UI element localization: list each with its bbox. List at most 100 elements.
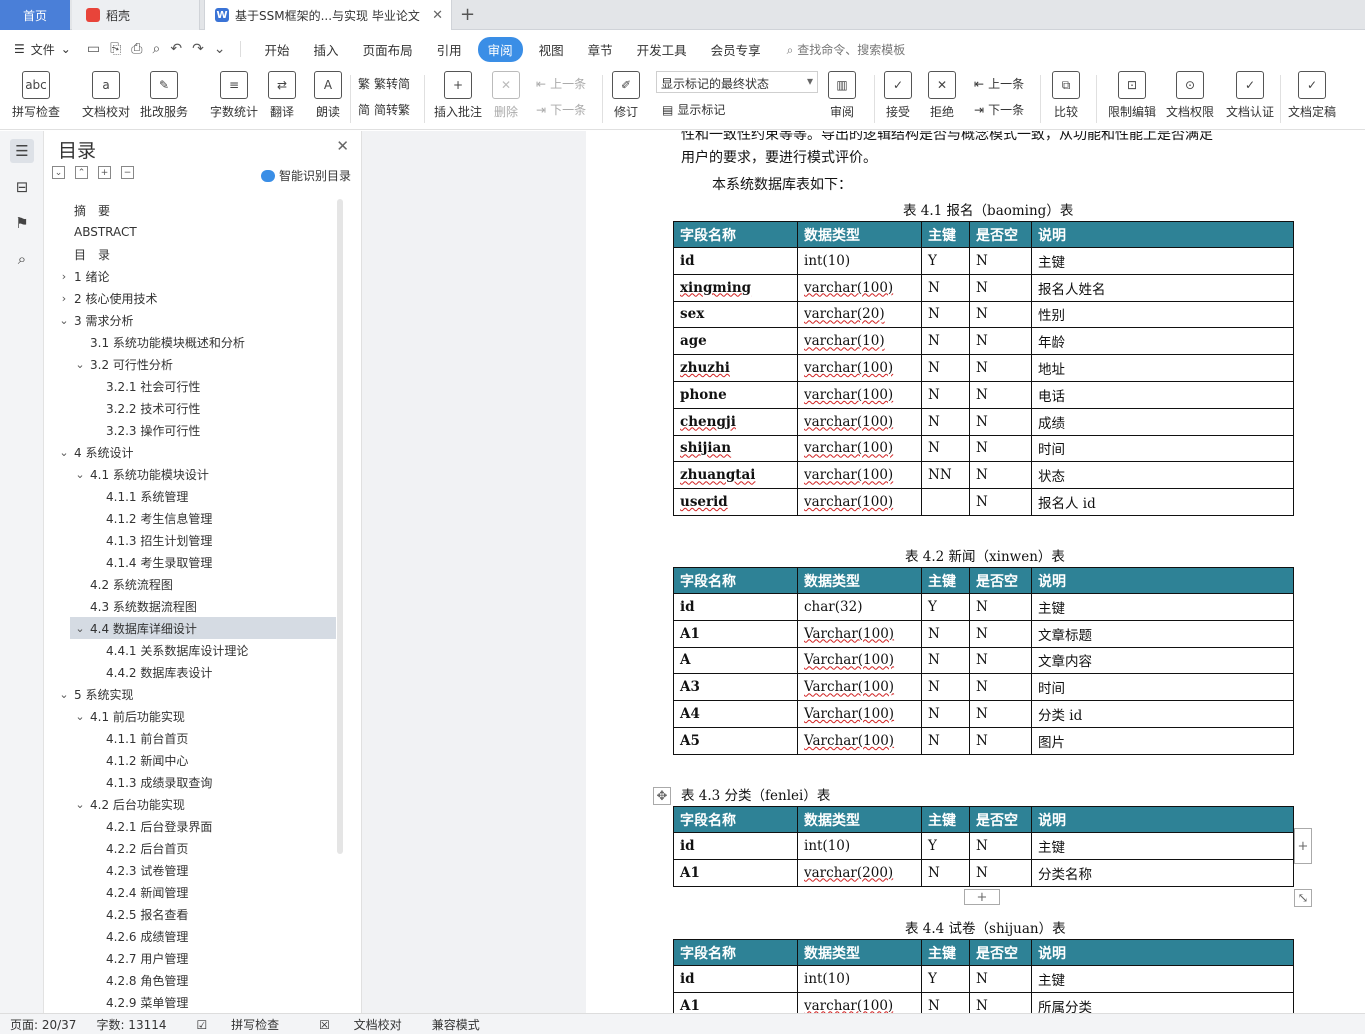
table-cell[interactable]: A4: [673, 700, 798, 728]
export-icon[interactable]: ⎘: [110, 41, 121, 57]
table-cell[interactable]: Y: [921, 247, 970, 275]
doc-permission-button[interactable]: ⊙ 文档权限: [1166, 71, 1214, 120]
table-cell[interactable]: int(10): [797, 965, 922, 993]
table-cell[interactable]: N: [969, 593, 1032, 621]
track-changes-button[interactable]: ✐ 修订: [612, 71, 640, 120]
toc-item[interactable]: › 1 绪论: [44, 265, 336, 287]
save-icon[interactable]: ▭: [87, 41, 100, 57]
table-cell[interactable]: 主键: [1031, 965, 1294, 993]
insert-comment-button[interactable]: + 插入批注: [434, 71, 482, 120]
table-cell[interactable]: Varchar(100): [797, 646, 922, 675]
table-cell[interactable]: varchar(100): [797, 434, 922, 463]
table-cell[interactable]: N: [969, 991, 1032, 1013]
tab-daoke[interactable]: 稻壳: [72, 0, 200, 30]
chevron-down-icon[interactable]: ⌄: [74, 358, 86, 371]
table-cell[interactable]: N: [921, 300, 970, 329]
toc-item[interactable]: 4.2.6 成绩管理: [44, 925, 336, 947]
table-cell[interactable]: 年龄: [1031, 327, 1294, 356]
table-cell[interactable]: 成绩: [1031, 407, 1294, 436]
table-cell[interactable]: varchar(10): [797, 327, 922, 356]
table-cell[interactable]: age: [673, 327, 798, 356]
table-cell[interactable]: N: [969, 858, 1032, 887]
table-cell[interactable]: N: [921, 380, 970, 409]
toc-item[interactable]: 4.1.3 招生计划管理: [44, 529, 336, 551]
status-spell-check[interactable]: ☑ 拼写检查: [177, 1016, 300, 1033]
table-cell[interactable]: varchar(100): [797, 273, 922, 302]
chevron-down-icon[interactable]: ⌄: [74, 710, 86, 723]
smart-toc-button[interactable]: 智能识别目录: [260, 167, 351, 184]
db-table[interactable]: 字段名称 数据类型 主键 是否空 说明 id int(10) Y N 主键 A1 varchar(20…: [673, 806, 1294, 887]
table-cell[interactable]: A1: [673, 858, 798, 887]
table-cell[interactable]: varchar(20): [797, 300, 922, 329]
chevron-down-icon[interactable]: ⌄: [58, 688, 70, 701]
table-cell[interactable]: 主键: [1031, 832, 1294, 860]
table-cell[interactable]: varchar(100): [797, 354, 922, 382]
print-icon[interactable]: ⎙: [131, 41, 142, 57]
table-cell[interactable]: zhuzhi: [673, 354, 798, 382]
chevron-right-icon[interactable]: ›: [58, 292, 70, 305]
toc-item[interactable]: ⌄ 3 需求分析: [44, 309, 336, 331]
menu-member[interactable]: 会员专享: [699, 40, 773, 59]
chevron-down-icon[interactable]: ⌄: [74, 798, 86, 811]
toc-item[interactable]: ⌄ 4.1 前后功能实现: [44, 705, 336, 727]
chevron-down-icon[interactable]: ⌄: [58, 446, 70, 459]
simp-to-trad-button[interactable]: 简简转繁: [358, 101, 410, 118]
compare-button[interactable]: ⧉ 比较: [1052, 71, 1080, 120]
menu-devtools[interactable]: 开发工具: [625, 40, 699, 59]
table-cell[interactable]: 电话: [1031, 380, 1294, 409]
table-cell[interactable]: userid: [673, 488, 798, 516]
table-cell[interactable]: N: [969, 726, 1032, 755]
table-cell[interactable]: 分类 id: [1031, 700, 1294, 728]
doc-certify-button[interactable]: ✓ 文档认证: [1226, 71, 1274, 120]
table-cell[interactable]: 时间: [1031, 434, 1294, 463]
toc-item[interactable]: 4.2.7 用户管理: [44, 947, 336, 969]
table-cell[interactable]: N: [969, 646, 1032, 675]
chevron-down-icon[interactable]: ⌄: [74, 622, 86, 635]
table-cell[interactable]: xingming: [673, 273, 798, 302]
table-cell[interactable]: N: [921, 327, 970, 356]
table-cell[interactable]: 图片: [1031, 726, 1294, 755]
tab-home[interactable]: 首页: [0, 0, 70, 30]
toc-item[interactable]: 4.2.5 报名查看: [44, 903, 336, 925]
add-column-icon[interactable]: +: [1294, 828, 1312, 864]
toc-item[interactable]: ⌄ 5 系统实现: [44, 683, 336, 705]
word-count[interactable]: 字数: 13114: [86, 1016, 176, 1033]
table-cell[interactable]: N: [921, 619, 970, 648]
table-cell[interactable]: Y: [921, 965, 970, 993]
table-cell[interactable]: N: [969, 300, 1032, 329]
table-cell[interactable]: Varchar(100): [797, 700, 922, 728]
table-cell[interactable]: id: [673, 247, 798, 275]
toc-item[interactable]: ⌄ 3.2 可行性分析: [44, 353, 336, 375]
chevron-down-icon[interactable]: ⌄: [74, 468, 86, 481]
toc-item[interactable]: 4.2.8 角色管理: [44, 969, 336, 991]
table-cell[interactable]: varchar(200): [797, 858, 922, 887]
table-cell[interactable]: A1: [673, 619, 798, 648]
show-markup-button[interactable]: ▤ 显示标记: [662, 101, 725, 118]
remove-heading-icon[interactable]: −: [121, 166, 134, 179]
table-cell[interactable]: 地址: [1031, 354, 1294, 382]
review-pane-button[interactable]: ▥ 审阅: [828, 71, 856, 120]
table-cell[interactable]: chengji: [673, 407, 798, 436]
translate-button[interactable]: ⇄ 翻译: [268, 71, 296, 120]
table-cell[interactable]: N: [969, 247, 1032, 275]
table-cell[interactable]: varchar(100): [797, 488, 922, 516]
table-cell[interactable]: 文章标题: [1031, 619, 1294, 648]
table-cell[interactable]: Varchar(100): [797, 673, 922, 702]
toc-item[interactable]: 4.2.1 后台登录界面: [44, 815, 336, 837]
table-cell[interactable]: N: [969, 273, 1032, 302]
table-cell[interactable]: A: [673, 646, 798, 675]
table-cell[interactable]: N: [969, 619, 1032, 648]
toc-item[interactable]: 4.1.4 考生录取管理: [44, 551, 336, 573]
resize-table-icon[interactable]: ⤡: [1294, 889, 1312, 907]
toc-item[interactable]: 4.1.3 成绩录取查询: [44, 771, 336, 793]
table-cell[interactable]: int(10): [797, 832, 922, 860]
menu-start[interactable]: 开始: [253, 40, 302, 59]
add-row-icon[interactable]: +: [964, 889, 1000, 905]
move-table-icon[interactable]: ✥: [653, 787, 671, 805]
read-aloud-button[interactable]: A 朗读: [314, 71, 342, 120]
reject-button[interactable]: ✕ 拒绝: [928, 71, 956, 120]
add-heading-icon[interactable]: +: [98, 166, 111, 179]
toc-item[interactable]: 4.2.9 菜单管理: [44, 991, 336, 1013]
next-change-button[interactable]: ⇥ 下一条: [974, 101, 1024, 118]
table-cell[interactable]: N: [921, 700, 970, 728]
